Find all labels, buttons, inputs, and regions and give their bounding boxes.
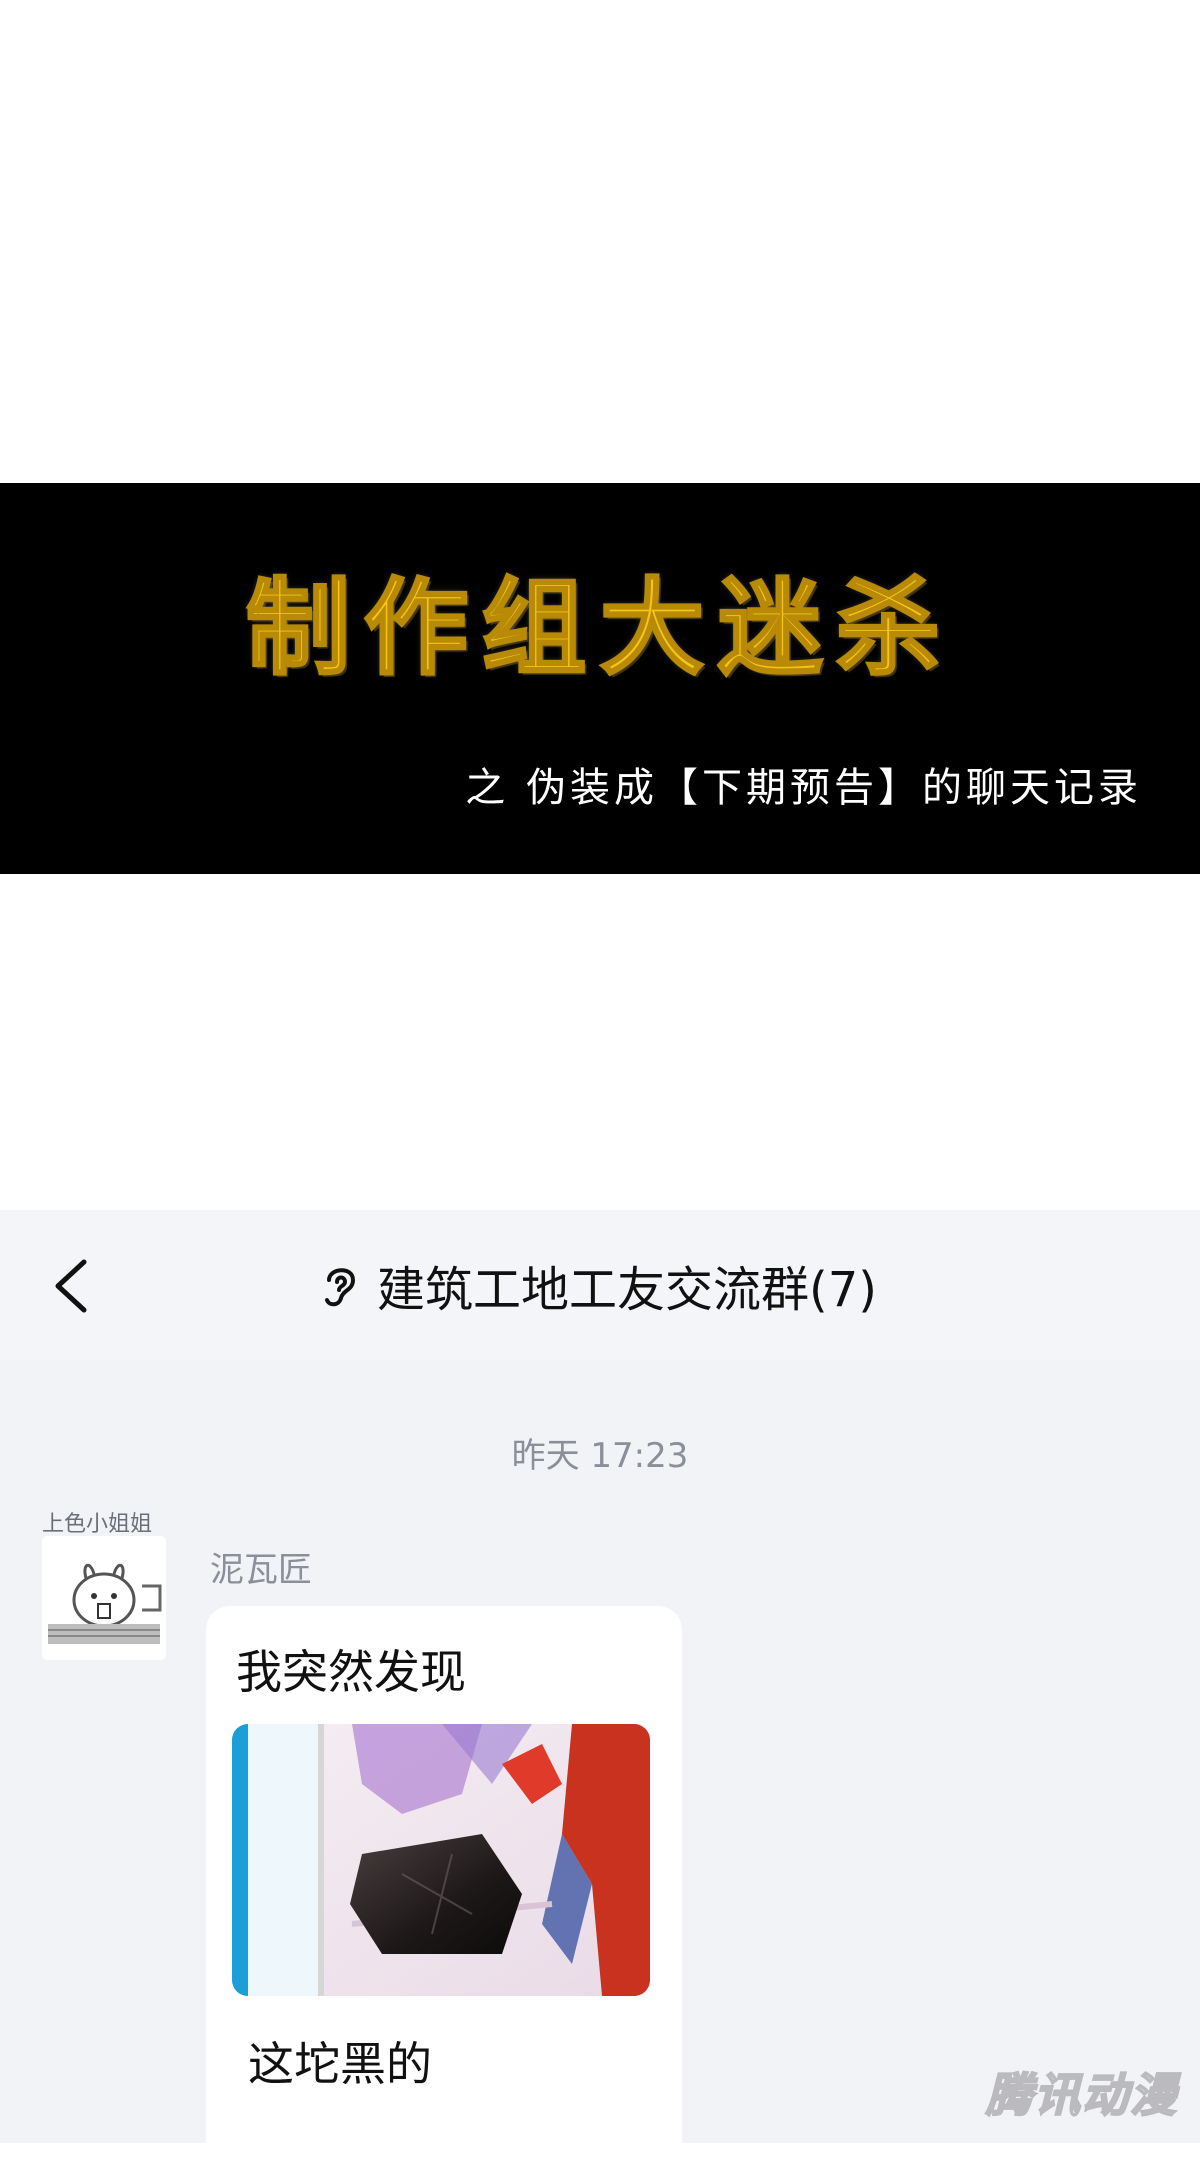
sender-name: 泥瓦匠 — [210, 1550, 312, 1590]
black-block-image — [232, 1724, 650, 1996]
avatar-caption: 上色小姐姐 — [42, 1512, 153, 1537]
chat-window: 建筑工地工友交流群(7) 昨天 17:23 上色小姐姐 泥瓦匠 我突然发现 这坨… — [0, 1210, 1200, 2166]
chat-header-title-wrap: 建筑工地工友交流群(7) — [0, 1210, 1200, 1360]
message-image[interactable] — [232, 1724, 650, 1996]
avatar[interactable] — [42, 1536, 166, 1660]
message-bubble[interactable]: 我突然发现 这坨黑的 — [206, 1606, 682, 2166]
group-chat-title: 建筑工地工友交流群(7) — [377, 1262, 877, 1318]
chevron-left-icon[interactable] — [46, 1256, 102, 1316]
bunny-avatar-icon — [42, 1536, 166, 1660]
banner-subtitle: 之 伪装成【下期预告】的聊天记录 — [465, 765, 1142, 811]
chat-header: 建筑工地工友交流群(7) — [0, 1210, 1200, 1360]
title-banner: 制作组大迷杀 之 伪装成【下期预告】的聊天记录 — [0, 483, 1200, 874]
message-text-first: 我突然发现 — [236, 1645, 466, 1699]
middle-blank-area — [0, 874, 1200, 1210]
ear-icon[interactable] — [319, 1260, 361, 1310]
watermark-logo: 腾讯动漫 — [985, 2067, 1178, 2123]
message-text-second: 这坨黑的 — [248, 2037, 432, 2091]
top-blank-area — [0, 0, 1200, 483]
banner-title: 制作组大迷杀 — [244, 566, 954, 691]
message-timestamp: 昨天 17:23 — [511, 1436, 689, 1476]
